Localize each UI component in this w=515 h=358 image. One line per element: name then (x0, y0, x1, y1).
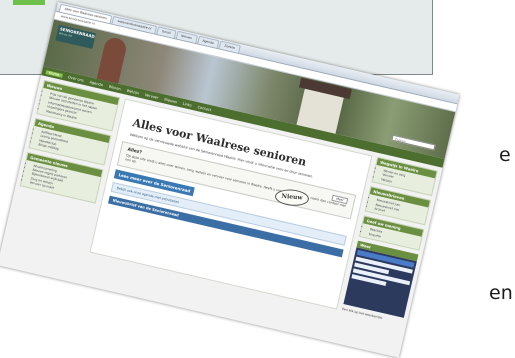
nav-item[interactable]: Wonen (108, 84, 121, 91)
side-text-fragment: e (499, 144, 511, 166)
nav-item[interactable]: Nieuws (164, 97, 178, 104)
church-image (96, 35, 129, 84)
search-input[interactable]: Zoeken (391, 134, 436, 151)
nav-item[interactable]: Links (182, 101, 192, 107)
nav-item[interactable]: Welzijn (126, 88, 139, 95)
weather-widget[interactable] (343, 247, 417, 319)
side-text-fragment: en (489, 282, 513, 304)
green-accent-strip (13, 0, 45, 5)
site-logo[interactable]: SENIORENRAAD WAALRE (55, 24, 96, 49)
nav-item[interactable]: Vervoer (145, 92, 159, 99)
nav-item[interactable]: Agenda (89, 80, 103, 87)
